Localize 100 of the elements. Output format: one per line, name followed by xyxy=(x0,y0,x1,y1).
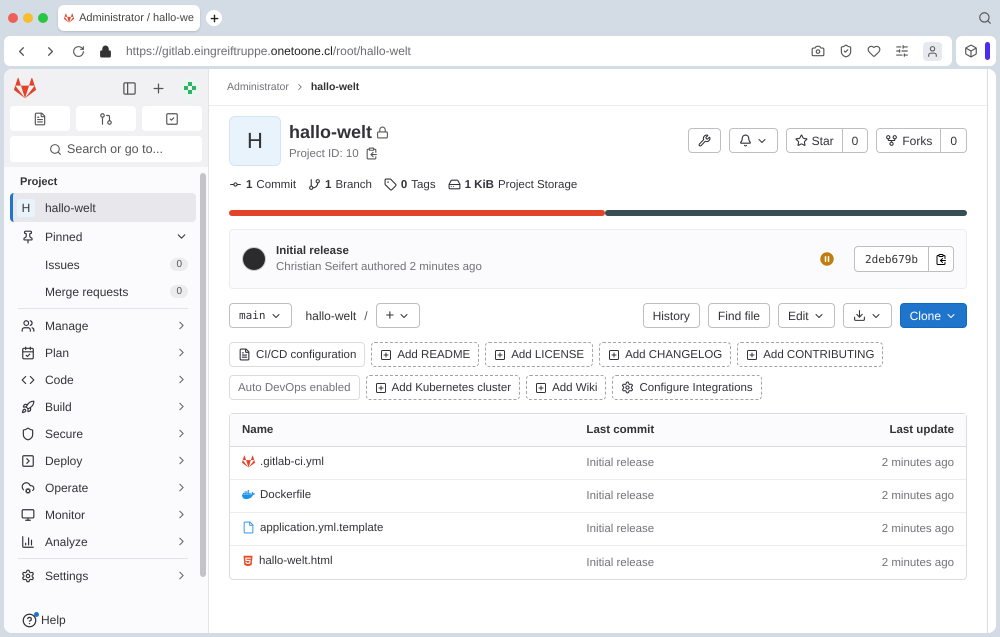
download-dropdown[interactable] xyxy=(842,303,892,328)
pinned-nav-item[interactable]: Issues 0 xyxy=(10,251,196,278)
toolbar-button[interactable]: History xyxy=(642,303,700,328)
profile-button[interactable] xyxy=(923,42,942,60)
project-title: hallo-welt xyxy=(289,122,372,143)
add-file-button[interactable]: Add Kubernetes cluster xyxy=(366,375,520,400)
commit-message-cell[interactable]: Initial release xyxy=(574,513,766,546)
panel-icon[interactable] xyxy=(122,80,137,96)
notifications-dropdown[interactable] xyxy=(728,128,778,153)
merge-requests-button[interactable] xyxy=(76,106,136,131)
scrollbar[interactable] xyxy=(200,173,206,577)
fox-logo-icon[interactable] xyxy=(14,77,36,99)
nav-item[interactable]: Secure xyxy=(10,420,196,447)
toolbar-button[interactable]: Find file xyxy=(708,303,770,328)
settings-icon xyxy=(621,381,634,394)
edit-dropdown[interactable]: Edit xyxy=(778,303,835,328)
pause-status-icon[interactable] xyxy=(818,250,836,268)
nav-item[interactable]: Analyze xyxy=(10,528,196,555)
fox-logo-icon xyxy=(64,11,74,25)
search-icon[interactable] xyxy=(978,11,992,25)
plus-icon[interactable] xyxy=(151,80,166,96)
add-file-button[interactable]: Add README xyxy=(371,342,480,367)
monitor-icon xyxy=(21,508,35,522)
pinned-nav-item[interactable]: Merge requests 0 xyxy=(10,278,196,305)
file-icon xyxy=(242,521,255,534)
last-update-cell: 2 minutes ago xyxy=(766,447,966,480)
nav-item[interactable]: Code xyxy=(10,366,196,393)
browser-tab[interactable]: Administrator / hallo-we xyxy=(58,5,200,31)
help-link[interactable]: Help xyxy=(4,607,208,633)
lock-icon xyxy=(99,44,112,58)
add-file-button[interactable]: Add CHANGELOG xyxy=(599,342,732,367)
file-link[interactable]: Dockerfile xyxy=(242,488,312,501)
commit-message-cell[interactable]: Initial release xyxy=(574,546,766,579)
stat-link[interactable]: 0 Tags xyxy=(384,178,436,191)
square-chevron-icon xyxy=(21,454,35,468)
document-icon xyxy=(238,348,251,361)
breadcrumb-link[interactable]: hallo-welt xyxy=(310,81,360,93)
todo-button[interactable] xyxy=(142,106,202,131)
shield-check-icon[interactable] xyxy=(839,44,853,58)
last-update-cell: 2 minutes ago xyxy=(766,513,966,546)
plus-icon xyxy=(746,348,758,360)
drive-icon xyxy=(448,178,461,191)
project-initial: H xyxy=(17,198,35,216)
ci-cd-configuration-button[interactable]: CI/CD configuration xyxy=(229,342,366,367)
nav-item[interactable]: Monitor xyxy=(10,501,196,528)
nav-item[interactable]: Manage xyxy=(10,312,196,339)
nav-item[interactable]: Settings xyxy=(10,562,196,589)
add-file-button[interactable]: Add LICENSE xyxy=(485,342,594,367)
project-id: Project ID: 10 xyxy=(289,148,359,160)
fox-logo-icon xyxy=(242,455,255,468)
pin-icon xyxy=(21,230,35,244)
pinned-toggle[interactable]: Pinned xyxy=(10,222,196,251)
commit-message-cell[interactable]: Initial release xyxy=(574,480,766,513)
nav-item[interactable]: Plan xyxy=(10,339,196,366)
issues-button[interactable] xyxy=(10,106,70,131)
project-nav-item[interactable]: H hallo-welt xyxy=(10,193,196,222)
add-file-button[interactable]: Add CONTRIBUTING xyxy=(737,342,884,367)
nav-item[interactable]: Deploy xyxy=(10,447,196,474)
section-title: Project xyxy=(19,175,58,190)
column-header: Name xyxy=(230,414,574,447)
rocket-icon xyxy=(21,400,35,414)
document-icon xyxy=(33,112,47,126)
commit-message-cell[interactable]: Initial release xyxy=(574,447,766,480)
breadcrumb-link[interactable]: Administrator xyxy=(227,81,289,93)
search-icon xyxy=(49,142,62,156)
address-field[interactable]: https://gitlab.eingreiftruppe.onetoone.cl/root/hallo-welt xyxy=(126,44,411,58)
auto-devops-button[interactable]: Auto DevOps enabled xyxy=(229,375,360,400)
branch-icon xyxy=(308,178,322,191)
file-link[interactable]: application.yml.template xyxy=(242,521,384,534)
cube-icon[interactable] xyxy=(964,44,978,58)
repository-path[interactable]: hallo-welt xyxy=(306,308,356,322)
heart-icon[interactable] xyxy=(867,44,881,58)
clone-button[interactable]: Clone xyxy=(900,303,967,328)
stat-link[interactable]: 1 Branch xyxy=(308,178,372,191)
merge-request-icon xyxy=(99,112,113,126)
search-placeholder: Search or go to... xyxy=(67,142,163,156)
nav-item[interactable]: Operate xyxy=(10,474,196,501)
branch-dropdown[interactable]: main xyxy=(229,303,292,328)
reload-icon[interactable] xyxy=(72,44,85,58)
html5-icon xyxy=(242,555,254,567)
stat-link[interactable]: 1 Commit xyxy=(229,178,296,191)
commit-title[interactable]: Initial release xyxy=(276,245,808,257)
settings-button[interactable] xyxy=(688,128,721,153)
forks-button[interactable]: Forks xyxy=(877,129,942,152)
stat-link[interactable]: 1 KiB Project Storage xyxy=(448,178,578,191)
commit-meta: Christian Seifert authored 2 minutes ago xyxy=(276,261,483,273)
configure-integrations-button[interactable]: Configure Integrations xyxy=(612,375,762,400)
camera-icon[interactable] xyxy=(811,44,825,58)
new-tab-button[interactable] xyxy=(206,10,222,26)
star-button[interactable]: Star xyxy=(786,129,843,152)
file-link[interactable]: .gitlab-ci.yml xyxy=(242,455,324,468)
add-dropdown[interactable]: + xyxy=(376,303,420,328)
count-badge: 0 xyxy=(170,285,188,298)
nav-item[interactable]: Build xyxy=(10,393,196,420)
calendar-icon xyxy=(21,346,35,360)
file-link[interactable]: hallo-welt.html xyxy=(242,555,332,567)
add-file-button[interactable]: Add Wiki xyxy=(526,375,606,400)
search-field[interactable]: Search or go to... xyxy=(10,136,202,162)
sliders-icon[interactable] xyxy=(895,44,909,58)
copy-icon[interactable] xyxy=(364,147,378,160)
